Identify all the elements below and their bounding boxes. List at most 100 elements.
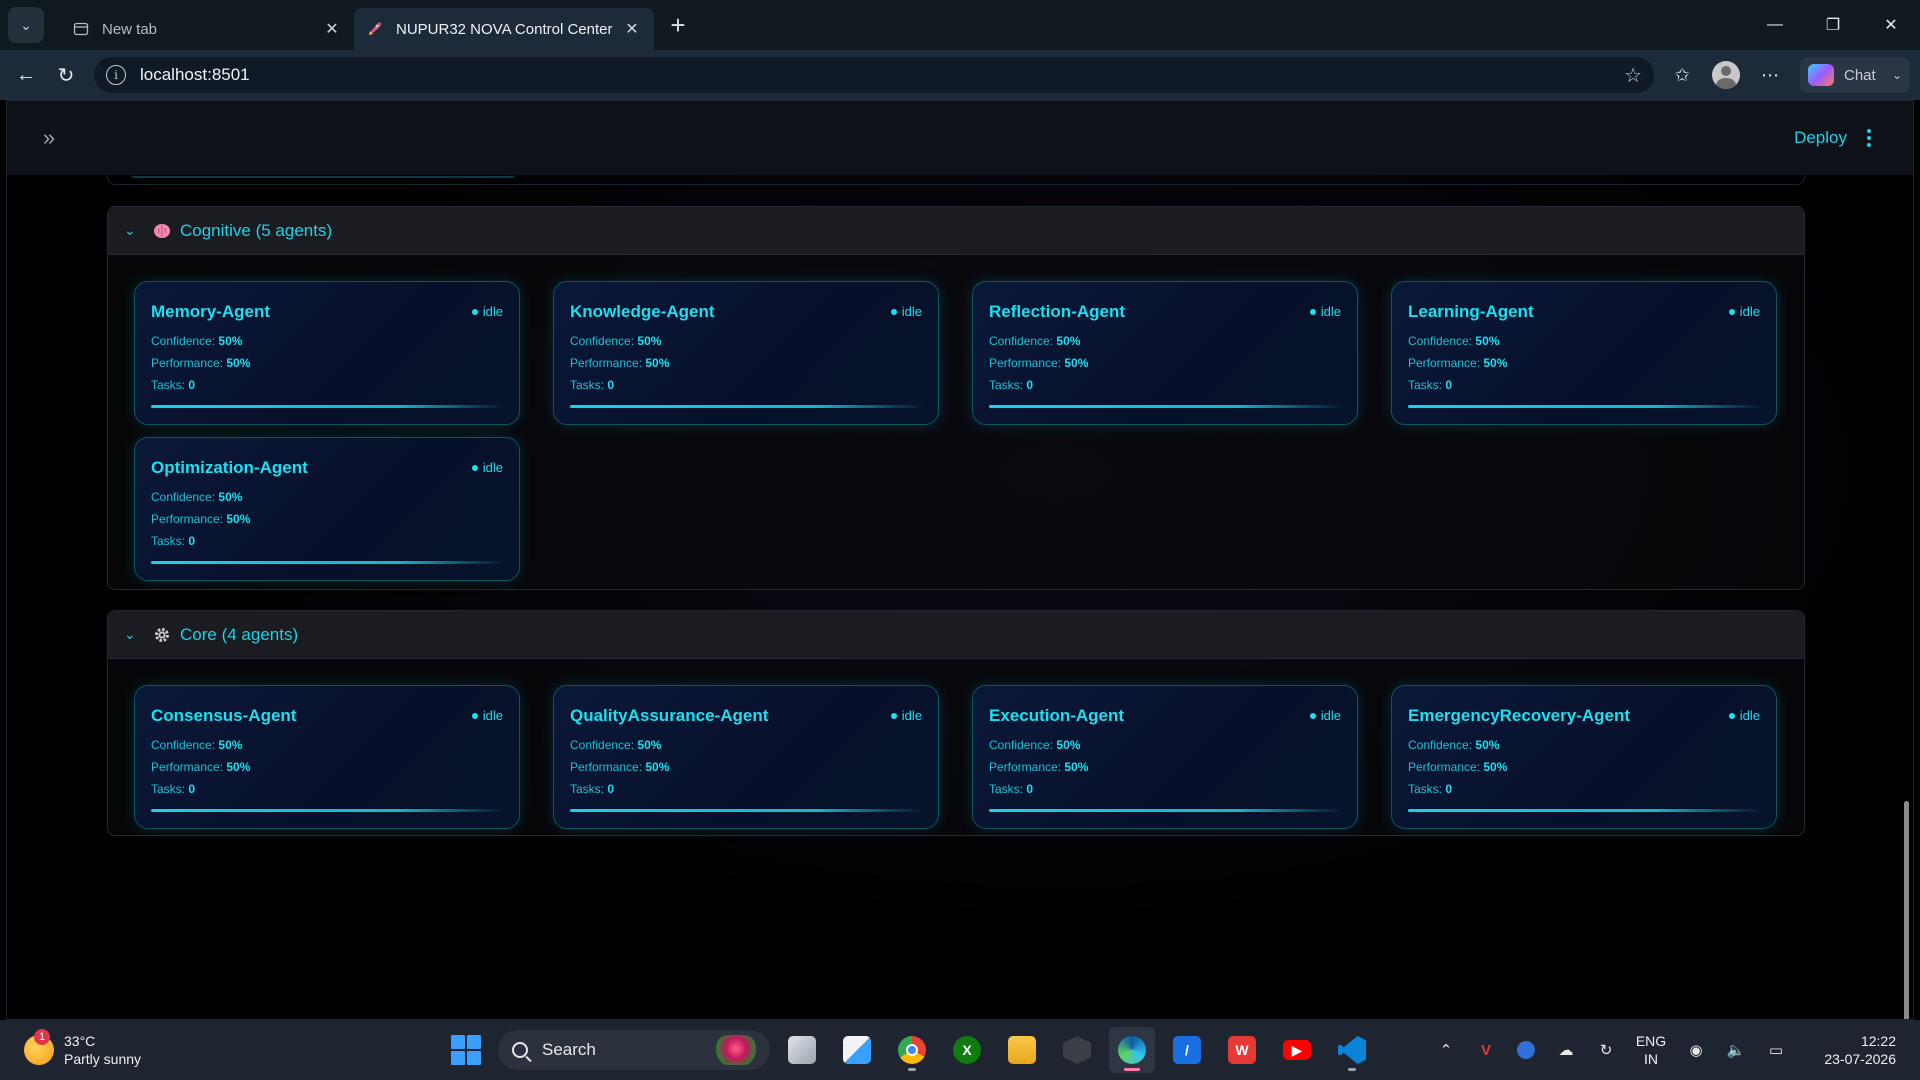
xbox-button[interactable]: X: [944, 1027, 990, 1073]
system-tray: ⌃ V ☁ ↻ ENG IN ◉ 🔈 ▭ 12:22 23-07-2026: [1426, 1020, 1920, 1080]
clock[interactable]: 12:22 23-07-2026: [1806, 1032, 1896, 1068]
status-badge: idle: [471, 460, 503, 475]
store-icon: [843, 1036, 871, 1064]
browser-toolbar: ← ↻ i localhost:8501 ☆ ✩ ⋯ Chat ⌄: [0, 50, 1920, 100]
wps-office-button[interactable]: W: [1219, 1027, 1265, 1073]
start-button[interactable]: [446, 1030, 486, 1070]
status-badge: idle: [471, 304, 503, 319]
app-window: » Deploy ⌄ Cognitive (5 agents) Memory-A…: [6, 100, 1914, 1020]
chevron-up-icon[interactable]: ⌃: [1426, 1030, 1466, 1070]
status-dot-icon: [471, 308, 478, 315]
favorites-icon[interactable]: ✩: [1660, 55, 1704, 95]
clock-date: 23-07-2026: [1824, 1051, 1896, 1067]
expander-title: Core (4 agents): [180, 624, 299, 644]
url-text[interactable]: localhost:8501: [140, 65, 1624, 85]
wifi-icon[interactable]: ◉: [1676, 1030, 1716, 1070]
close-icon[interactable]: ✕: [622, 19, 642, 39]
minimize-button[interactable]: —: [1746, 0, 1804, 50]
vertical-scrollbar[interactable]: [1904, 801, 1909, 1019]
vscode-button[interactable]: [1329, 1027, 1375, 1073]
status-dot-icon: [471, 712, 478, 719]
confidence-metric: Confidence: 50%: [570, 334, 662, 348]
progress-bar: [1408, 809, 1762, 812]
onedrive-icon[interactable]: ☁: [1546, 1030, 1586, 1070]
expander-header-core[interactable]: ⌄ Core (4 agents): [108, 611, 1804, 659]
task-view-icon: [788, 1036, 816, 1064]
youtube-button[interactable]: ▶: [1274, 1027, 1320, 1073]
restore-button[interactable]: ❐: [1804, 0, 1862, 50]
status-text: idle: [901, 708, 922, 723]
tab-actions-menu-button[interactable]: ⌄: [8, 7, 44, 43]
profile-button[interactable]: [1704, 55, 1748, 95]
deploy-button[interactable]: Deploy: [1794, 128, 1847, 148]
xbox-icon: X: [953, 1036, 981, 1064]
task-view-button[interactable]: [779, 1027, 825, 1073]
confidence-metric: Confidence: 50%: [570, 738, 662, 752]
progress-bar: [1408, 405, 1762, 408]
language-code: ENG: [1635, 1033, 1667, 1049]
weather-description: Partly sunny: [64, 1051, 142, 1067]
hexagon-app-icon: [1063, 1036, 1091, 1064]
chrome-button[interactable]: [889, 1027, 935, 1073]
language-indicator[interactable]: ENG IN: [1626, 1032, 1676, 1068]
browser-tab-nova-control-center[interactable]: NUPUR32 NOVA Control Center ✕: [354, 8, 654, 50]
back-button[interactable]: ←: [6, 55, 46, 95]
status-dot-icon: [1309, 712, 1316, 719]
close-icon[interactable]: ✕: [322, 19, 342, 39]
performance-metric: Performance: 50%: [1408, 760, 1508, 774]
tasks-metric: Tasks: 0: [989, 782, 1034, 796]
agent-card: QualityAssurance-Agent idle Confidence: …: [553, 685, 939, 829]
volume-icon[interactable]: 🔈: [1716, 1030, 1756, 1070]
tray-app-blue-icon[interactable]: [1506, 1030, 1546, 1070]
more-options-icon[interactable]: ⋯: [1748, 55, 1792, 95]
expand-sidebar-button[interactable]: »: [31, 120, 67, 156]
status-badge: idle: [890, 304, 922, 319]
info-icon[interactable]: i: [106, 65, 126, 85]
agent-card: EmergencyRecovery-Agent idle Confidence:…: [1391, 685, 1777, 829]
browser-tab-new-tab[interactable]: New tab ✕: [60, 8, 354, 50]
main-menu-button[interactable]: [1847, 120, 1891, 156]
file-explorer-button[interactable]: [999, 1027, 1045, 1073]
vscode-icon: [1338, 1036, 1366, 1064]
address-bar[interactable]: i localhost:8501 ☆: [94, 57, 1654, 93]
battery-icon[interactable]: ▭: [1756, 1030, 1796, 1070]
app-button-blue[interactable]: /: [1164, 1027, 1210, 1073]
taskbar-search[interactable]: Search: [498, 1030, 770, 1070]
performance-metric: Performance: 50%: [1408, 356, 1508, 370]
chat-label: Chat: [1844, 66, 1876, 84]
weather-widget[interactable]: 1 33°C Partly sunny: [24, 1029, 142, 1068]
progress-bar: [989, 809, 1343, 812]
close-window-button[interactable]: ✕: [1862, 0, 1920, 50]
expander-header-cognitive[interactable]: ⌄ Cognitive (5 agents): [108, 207, 1804, 255]
status-dot-icon: [471, 464, 478, 471]
avatar: [1712, 61, 1740, 89]
tasks-metric: Tasks: 0: [1408, 378, 1453, 392]
sync-icon[interactable]: ↻: [1586, 1030, 1626, 1070]
tasks-metric: Tasks: 0: [151, 534, 196, 548]
window-controls: — ❐ ✕: [1746, 0, 1920, 50]
app-button-dark[interactable]: [1054, 1027, 1100, 1073]
notification-badge: 1: [34, 1029, 50, 1045]
status-badge: idle: [890, 708, 922, 723]
confidence-metric: Confidence: 50%: [151, 738, 243, 752]
star-icon[interactable]: ☆: [1624, 63, 1642, 88]
youtube-icon: ▶: [1283, 1040, 1311, 1060]
wps-icon: W: [1228, 1036, 1256, 1064]
refresh-button[interactable]: ↻: [46, 55, 86, 95]
agent-card: Learning-Agent idle Confidence: 50% Perf…: [1391, 281, 1777, 425]
new-tab-button[interactable]: +: [660, 7, 696, 43]
agent-name: Execution-Agent: [989, 706, 1125, 725]
microsoft-store-button[interactable]: [834, 1027, 880, 1073]
copilot-chat-button[interactable]: Chat ⌄: [1800, 57, 1910, 93]
windows-taskbar: 1 33°C Partly sunny Search X / W ▶ ⌃ V ☁…: [0, 1020, 1920, 1080]
status-text: idle: [482, 304, 503, 319]
status-badge: idle: [1309, 304, 1341, 319]
agent-card: Reflection-Agent idle Confidence: 50% Pe…: [972, 281, 1358, 425]
edge-button[interactable]: [1109, 1027, 1155, 1073]
weather-temperature: 33°C: [64, 1033, 96, 1049]
confidence-metric: Confidence: 50%: [151, 490, 243, 504]
tray-app-red-icon[interactable]: V: [1466, 1030, 1506, 1070]
tasks-metric: Tasks: 0: [151, 782, 196, 796]
tasks-metric: Tasks: 0: [989, 378, 1034, 392]
rocket-icon: [366, 20, 384, 38]
